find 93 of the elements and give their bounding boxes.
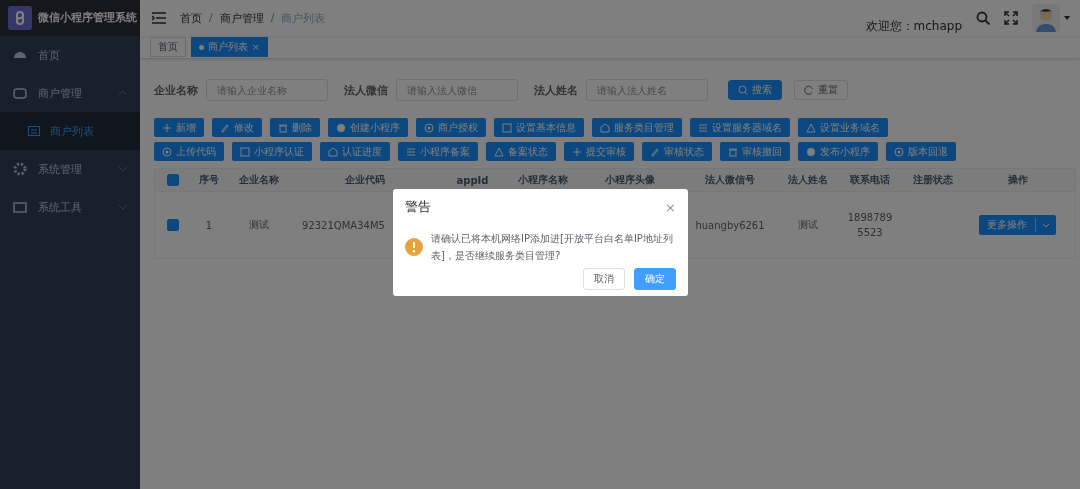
column-header: 操作 (1006, 173, 1029, 187)
table-cell: 1 (205, 219, 213, 231)
breadcrumb-separator: / (270, 10, 275, 26)
field-label: 企业名称 (154, 82, 198, 98)
logo-icon (8, 6, 32, 30)
search-icon (976, 11, 990, 25)
column-header: appId (455, 173, 490, 188)
breadcrumb-item[interactable]: 商户管理 (219, 10, 264, 26)
button-icon (328, 146, 338, 157)
dialog-title: 警告 (405, 199, 431, 216)
table-cell: huangby6261 (695, 219, 765, 231)
app-title: 微信小程序管理系统 (38, 11, 137, 25)
sidebar-item[interactable]: 首页 (0, 36, 140, 74)
toolbar-button[interactable]: 版本回退 (886, 142, 956, 161)
button-icon (278, 122, 288, 133)
button-icon (894, 146, 904, 157)
warning-icon (405, 238, 423, 256)
column-header: 法人姓名 (786, 173, 829, 187)
toolbar-button[interactable]: 上传代码 (154, 142, 224, 161)
column-header: 注册状态 (911, 173, 954, 187)
more-actions-button[interactable]: 更多操作 (979, 215, 1056, 235)
toolbar-button[interactable]: 设置基本信息 (494, 118, 584, 137)
avatar-icon (1032, 4, 1060, 32)
checkbox[interactable] (166, 219, 179, 231)
button-icon (424, 122, 434, 133)
toolbar-button[interactable]: 审核撤回 (720, 142, 790, 161)
fullscreen-icon (1004, 11, 1018, 25)
toolbar-button[interactable]: 新增 (154, 118, 204, 137)
column-header: 小程序头像 (604, 173, 656, 187)
button-icon (162, 122, 172, 133)
welcome-text: 欢迎您：mchapp (865, 17, 962, 35)
toolbar-button[interactable]: 设置业务域名 (798, 118, 888, 137)
column-header: 企业名称 (238, 173, 280, 187)
tab[interactable]: 首页 (150, 37, 186, 57)
toolbar-button[interactable]: 小程序备案 (398, 142, 478, 161)
breadcrumb-separator: / (209, 10, 213, 26)
table-cell: 92321QMA34M5 (302, 219, 385, 231)
table-cell: 测试 (249, 218, 269, 232)
reset-button[interactable]: 重置 (794, 80, 848, 100)
button-icon (728, 146, 738, 157)
table-cell: 测试 (797, 218, 818, 232)
toolbar-button[interactable]: 服务类目管理 (592, 118, 682, 137)
field-label: 法人微信 (344, 82, 388, 98)
column-header: 小程序名称 (516, 173, 569, 187)
toolbar-button[interactable]: 认证进度 (320, 142, 390, 161)
toolbar-button[interactable]: 提交审核 (564, 142, 634, 161)
button-icon (502, 122, 512, 133)
checkbox[interactable] (166, 174, 179, 186)
cancel-button[interactable]: 取消 (583, 268, 625, 290)
button-icon (806, 122, 816, 133)
search-icon (738, 85, 748, 95)
toolbar-button[interactable]: 删除 (270, 118, 320, 137)
chevron-down-icon (118, 204, 128, 210)
toolbar-button[interactable]: 商户授权 (416, 118, 486, 137)
chevron-down-icon (118, 166, 128, 172)
column-header: 企业代码 (344, 173, 386, 187)
menu-icon (152, 12, 166, 24)
toolbar-button[interactable]: 设置服务器域名 (690, 118, 790, 137)
toolbar-button[interactable]: 审核状态 (642, 142, 712, 161)
button-icon (406, 146, 416, 157)
button-icon (494, 146, 504, 157)
toolbar-button[interactable]: 发布小程序 (798, 142, 878, 161)
field-label: 法人姓名 (534, 82, 578, 98)
button-icon (220, 122, 230, 133)
breadcrumb-item[interactable]: 首页 (180, 10, 202, 26)
refresh-icon (804, 85, 814, 95)
caret-down-icon (1064, 16, 1070, 20)
close-icon[interactable]: × (252, 42, 260, 52)
sidebar-subitem[interactable]: 商户列表 (0, 112, 140, 150)
button-icon (336, 122, 346, 133)
column-header: 联系电话 (849, 173, 891, 187)
button-icon (240, 146, 250, 157)
toolbar-button[interactable]: 备案状态 (486, 142, 556, 161)
button-icon (650, 146, 660, 157)
close-icon[interactable]: × (665, 201, 676, 214)
button-icon (698, 122, 708, 133)
toolbar-button[interactable]: 小程序认证 (232, 142, 312, 161)
tab[interactable]: 商户列表 × (191, 37, 268, 57)
column-header: 序号 (198, 173, 220, 187)
button-icon (806, 146, 816, 157)
toolbar-button[interactable]: 创建小程序 (328, 118, 408, 137)
table-cell-text: 18987895523 (846, 211, 894, 240)
button-icon (600, 122, 610, 133)
button-icon (572, 146, 582, 157)
button-icon (162, 146, 172, 157)
toolbar-button[interactable]: 修改 (212, 118, 262, 137)
chevron-up-icon (118, 90, 128, 96)
dialog-message: 请确认已将本机网络IP添加进[开放平台白名单IP地址列表]，是否继续服务类目管理? (431, 232, 674, 263)
search-button[interactable]: 搜索 (728, 80, 782, 100)
column-header: 法人微信号 (704, 173, 756, 187)
confirm-button[interactable]: 确定 (634, 268, 676, 290)
list-icon (28, 126, 40, 136)
chevron-down-icon (1042, 222, 1050, 228)
